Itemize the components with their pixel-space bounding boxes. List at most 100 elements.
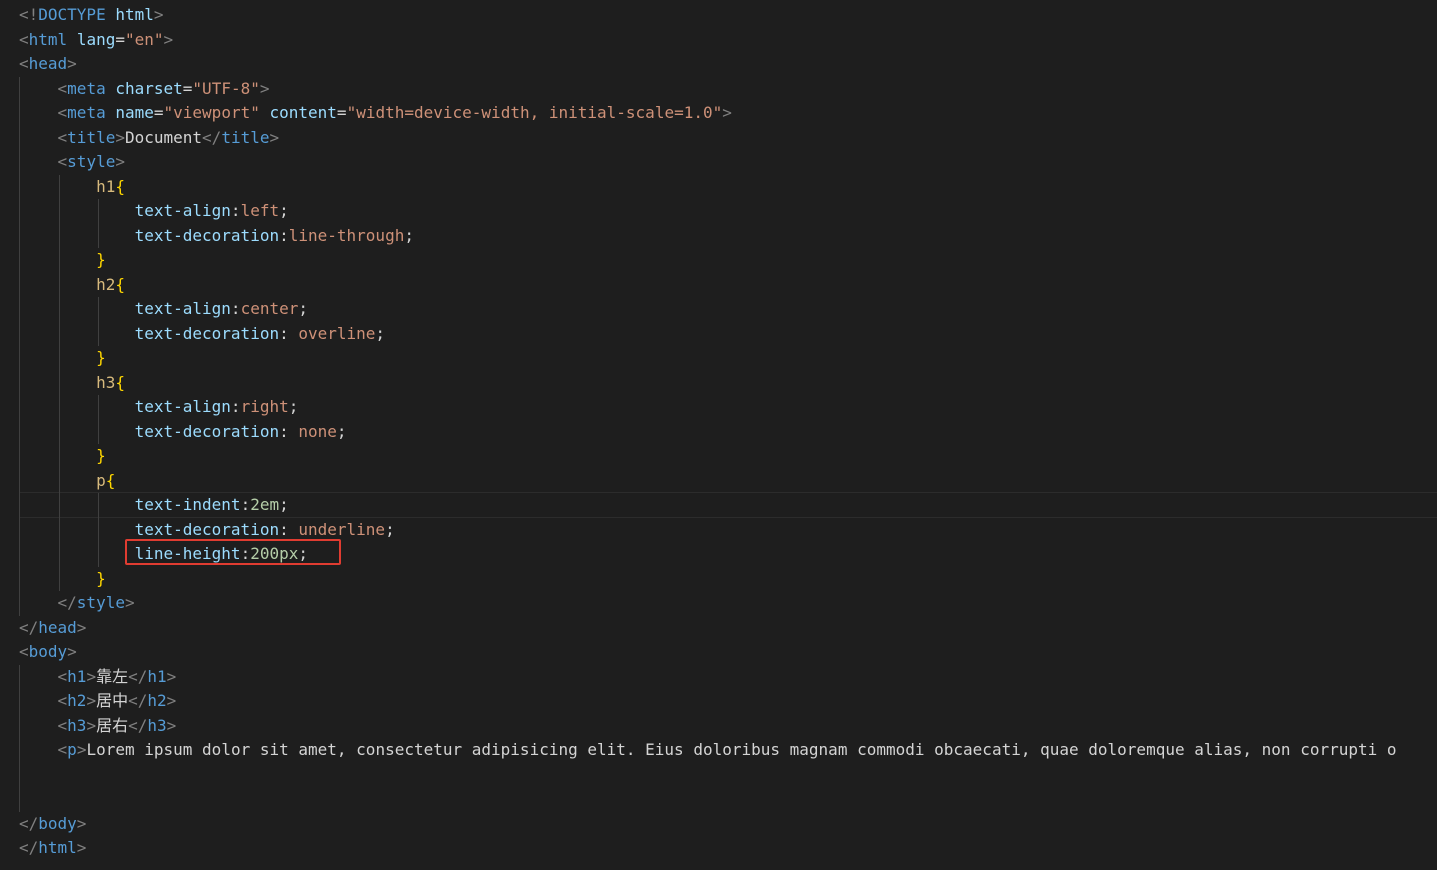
code-line[interactable]: </html>	[19, 836, 86, 861]
code-line[interactable]: text-decoration: none;	[19, 420, 347, 445]
code-token: <	[57, 103, 68, 122]
code-token: "UTF-8"	[192, 78, 260, 98]
code-token: >	[67, 642, 77, 661]
code-token: Lorem ipsum dolor sit amet, consectetur …	[86, 740, 1397, 759]
code-token: text-align	[134, 299, 231, 318]
code-line[interactable]: text-align:right;	[19, 395, 299, 420]
code-token: <	[57, 152, 68, 171]
code-line[interactable]: h2{	[19, 273, 125, 298]
code-line[interactable]: </head>	[19, 616, 86, 641]
code-line[interactable]: }	[19, 567, 106, 592]
code-token: >	[115, 127, 125, 147]
code-token: ;	[279, 495, 289, 514]
code-editor[interactable]: <!DOCTYPE html> <html lang="en"> <head> <m…	[0, 0, 1437, 870]
code-line[interactable]: </body>	[19, 812, 86, 837]
code-line[interactable]: <style>	[19, 150, 125, 175]
code-token: underline	[298, 519, 386, 539]
code-token: </	[57, 593, 77, 612]
code-token: content	[269, 103, 337, 122]
code-line[interactable]: <head>	[19, 52, 77, 77]
code-token: body	[38, 813, 77, 833]
code-line[interactable]: p{	[19, 469, 115, 494]
code-token: >	[76, 617, 87, 637]
code-token: <	[57, 691, 68, 710]
code-token: text-indent	[134, 495, 241, 514]
code-line[interactable]: <h2>居中</h2>	[19, 689, 177, 714]
code-token: =	[182, 78, 193, 98]
code-token: charset	[115, 78, 183, 98]
code-line[interactable]: <meta charset="UTF-8">	[19, 77, 270, 102]
code-token: <!	[19, 5, 39, 24]
code-token: </	[19, 838, 39, 857]
code-line[interactable]: </style>	[19, 591, 135, 616]
code-line[interactable]: <p>Lorem ipsum dolor sit amet, consectet…	[19, 738, 1397, 763]
code-token: >	[86, 715, 97, 735]
code-line[interactable]: <meta name="viewport" content="width=dev…	[19, 101, 732, 126]
code-token: h2	[147, 691, 167, 710]
code-token: :	[230, 201, 241, 220]
code-token: h3	[96, 372, 116, 392]
code-token: h2	[96, 274, 116, 294]
code-token: >	[153, 5, 164, 24]
code-token: h3	[67, 715, 87, 735]
code-token: html	[38, 838, 77, 857]
code-line[interactable]: <body>	[19, 640, 77, 665]
code-token: name	[115, 103, 154, 122]
code-token: {	[115, 274, 125, 294]
code-token: >	[166, 666, 177, 686]
code-line[interactable]: <title>Document</title>	[19, 126, 280, 151]
code-token: =	[336, 103, 347, 122]
code-token: html	[28, 29, 68, 49]
code-line[interactable]: <!DOCTYPE html>	[19, 3, 164, 28]
code-token: "width=device-width, initial-scale=1.0"	[346, 103, 723, 122]
code-token: >	[76, 740, 87, 759]
code-token: >	[124, 593, 135, 612]
code-token: title	[67, 127, 116, 147]
code-line[interactable]: <h3>居右</h3>	[19, 714, 177, 739]
code-token: >	[722, 103, 732, 122]
code-line[interactable]: text-indent:2em;	[19, 493, 289, 518]
code-line[interactable]: text-decoration:line-through;	[19, 224, 414, 249]
code-token: text-decoration	[134, 421, 280, 441]
code-token: :	[279, 519, 299, 539]
code-token: <	[57, 78, 68, 98]
code-token: </	[202, 127, 222, 147]
code-token: <	[57, 127, 68, 147]
code-token: <	[57, 715, 68, 735]
code-token: >	[86, 691, 97, 710]
code-token: </	[128, 666, 148, 686]
code-line[interactable]: }	[19, 346, 106, 371]
code-token: >	[166, 691, 177, 710]
code-line[interactable]: text-decoration: overline;	[19, 322, 385, 347]
annotation-box	[125, 539, 341, 565]
code-line[interactable]: text-align:left;	[19, 199, 289, 224]
code-line[interactable]: }	[19, 444, 106, 469]
code-token: :	[279, 323, 299, 343]
code-token: title	[221, 127, 270, 147]
code-token: h1	[67, 666, 87, 686]
code-line[interactable]: h3{	[19, 371, 125, 396]
code-token: line-through	[288, 225, 405, 245]
code-token: <	[19, 29, 29, 49]
code-line[interactable]: <h1>靠左</h1>	[19, 665, 177, 690]
code-token: center	[240, 299, 299, 318]
code-line[interactable]: h1{	[19, 175, 125, 200]
code-token: ;	[336, 421, 347, 441]
code-token: <	[57, 666, 68, 686]
code-line[interactable]: text-align:center;	[19, 297, 308, 322]
code-line[interactable]: <html lang="en">	[19, 28, 173, 53]
code-line[interactable]: }	[19, 248, 106, 273]
